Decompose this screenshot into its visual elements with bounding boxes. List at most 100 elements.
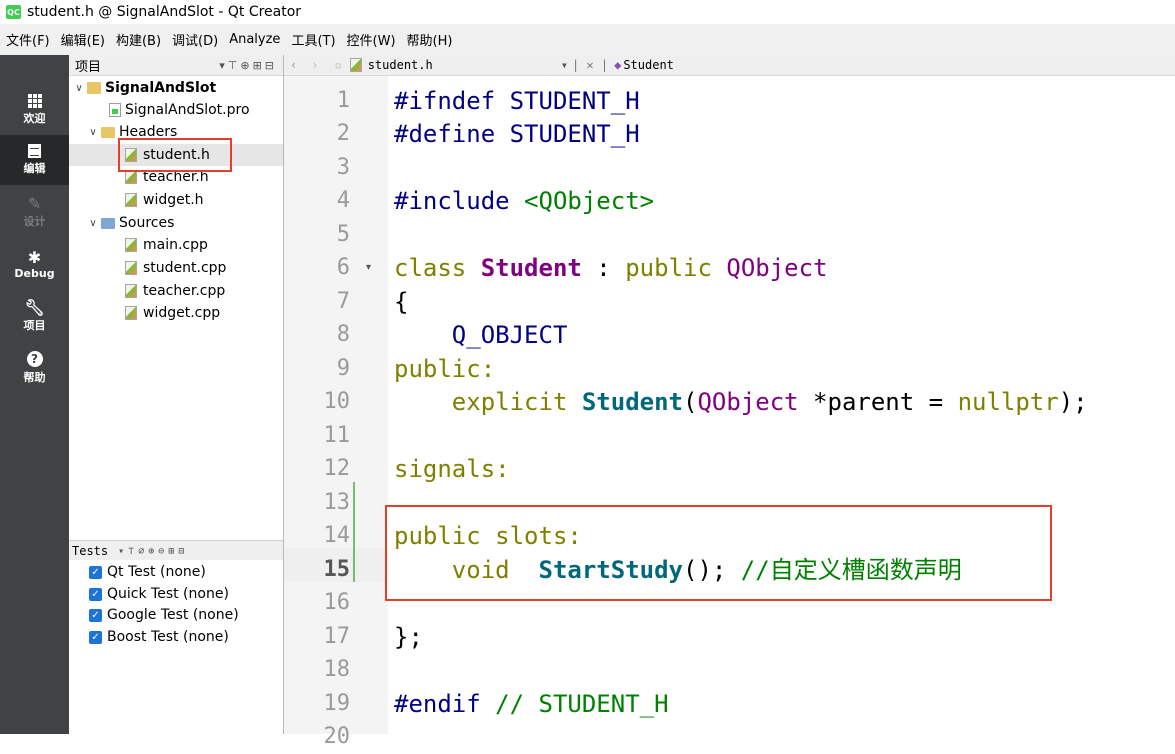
menu-analyze[interactable]: Analyze xyxy=(229,32,280,47)
code-line: #ifndef STUDENT_H xyxy=(394,84,640,118)
project-panel-title[interactable]: 项目 xyxy=(75,56,101,75)
line-number: 1 xyxy=(336,88,350,113)
menu-edit[interactable]: 编辑(E) xyxy=(61,30,105,49)
line-number: 11 xyxy=(323,423,351,448)
nav-back-icon[interactable]: ‹ xyxy=(290,58,297,72)
folder-icon xyxy=(101,217,115,229)
edit-icon xyxy=(28,144,41,158)
close-document-icon[interactable]: | ✕ | xyxy=(572,58,608,72)
test-item-qt[interactable]: ✓ Qt Test (none) xyxy=(89,561,206,583)
code-line: Q_OBJECT xyxy=(394,318,568,352)
folder-icon xyxy=(101,126,115,138)
link-icon[interactable]: ⊕ xyxy=(240,59,252,72)
tests-panel-title[interactable]: Tests xyxy=(72,544,108,558)
split-icon[interactable]: ⊞ xyxy=(168,546,178,557)
mode-edit[interactable]: 编辑 xyxy=(0,135,69,185)
header-file-icon xyxy=(125,193,137,207)
chevron-down-icon[interactable]: ▾ xyxy=(561,58,568,72)
checkbox-checked-icon[interactable]: ✓ xyxy=(89,587,102,601)
project-panel-tools: ▾⊤⊕⊞⊟ xyxy=(219,59,277,72)
mode-help[interactable]: ? 帮助 xyxy=(0,343,69,393)
code-token: #endif xyxy=(394,690,496,718)
line-number: 17 xyxy=(323,624,351,649)
chevron-down-icon[interactable]: ∨ xyxy=(87,218,99,229)
tree-item-pro-file[interactable]: SignalAndSlot.pro xyxy=(109,99,250,121)
expand-icon[interactable]: ⊕ xyxy=(148,546,158,557)
test-item-label: Quick Test (none) xyxy=(107,586,229,602)
close-pane-icon[interactable]: ⊟ xyxy=(178,546,188,557)
code-token: signals: xyxy=(394,455,510,483)
title-bar: QC student.h @ SignalAndSlot - Qt Creato… xyxy=(0,0,1175,24)
menu-debug[interactable]: 调试(D) xyxy=(172,30,218,49)
code-token: }; xyxy=(394,623,423,651)
tree-item-label: SignalAndSlot.pro xyxy=(125,102,250,118)
filter-icon[interactable]: ⊤ xyxy=(128,546,138,557)
open-file-selector[interactable]: student.h xyxy=(368,58,433,72)
code-line: #include <QObject> xyxy=(394,184,654,218)
symbol-selector[interactable]: Student xyxy=(623,58,674,72)
tests-panel-header: Tests ▾⊤∅⊕⊖⊞⊟ xyxy=(69,540,283,561)
line-number: 9 xyxy=(336,356,350,381)
tree-item-main-cpp[interactable]: main.cpp xyxy=(125,234,208,256)
checkbox-checked-icon[interactable]: ✓ xyxy=(89,565,102,579)
menu-bar: 文件(F) 编辑(E) 构建(B) 调试(D) Analyze 工具(T) 控件… xyxy=(0,24,1175,55)
split-icon[interactable]: ⊞ xyxy=(253,59,265,72)
checkbox-checked-icon[interactable]: ✓ xyxy=(89,630,102,644)
source-file-icon xyxy=(125,284,137,298)
collapse-icon[interactable]: ⊖ xyxy=(158,546,168,557)
filter-icon[interactable]: ⊤ xyxy=(228,59,241,72)
menu-help[interactable]: 帮助(H) xyxy=(407,30,453,49)
code-token: nullptr xyxy=(957,388,1059,416)
mode-welcome[interactable]: 欢迎 xyxy=(0,85,69,135)
test-item-google[interactable]: ✓ Google Test (none) xyxy=(89,604,239,626)
mode-debug[interactable]: ✱ Debug xyxy=(0,239,69,289)
menu-controls[interactable]: 控件(W) xyxy=(347,30,396,49)
lock-icon: ▫ xyxy=(334,58,342,72)
tree-root-project[interactable]: ∨ SignalAndSlot xyxy=(73,77,216,99)
code-token: #ifndef STUDENT_H xyxy=(394,87,640,115)
code-token: public: xyxy=(394,355,496,383)
mode-edit-label: 编辑 xyxy=(23,162,46,175)
run-icon[interactable]: ∅ xyxy=(138,546,148,557)
fold-marker-icon[interactable]: ▾ xyxy=(366,262,371,273)
code-token: Student xyxy=(480,254,582,282)
chevron-down-icon[interactable]: ∨ xyxy=(73,83,85,94)
mode-selector-bar: 欢迎 编辑 ✎ 设计 ✱ Debug 🔧︎ 项目 ? 帮助 xyxy=(0,55,69,734)
window-title: student.h @ SignalAndSlot - Qt Creator xyxy=(27,4,302,20)
tree-item-widget-h[interactable]: widget.h xyxy=(125,189,204,211)
menu-tools[interactable]: 工具(T) xyxy=(291,30,335,49)
tree-item-teacher-cpp[interactable]: teacher.cpp xyxy=(125,280,225,302)
test-item-quick[interactable]: ✓ Quick Test (none) xyxy=(89,583,229,605)
test-item-boost[interactable]: ✓ Boost Test (none) xyxy=(89,626,229,648)
mode-projects[interactable]: 🔧︎ 项目 xyxy=(0,291,69,341)
source-file-icon xyxy=(125,238,137,252)
close-pane-icon[interactable]: ⊟ xyxy=(265,59,277,72)
line-number: 12 xyxy=(323,456,351,481)
line-number: 18 xyxy=(323,657,351,682)
chevron-down-icon[interactable]: ∨ xyxy=(87,127,99,138)
dropdown-icon[interactable]: ▾ xyxy=(118,546,128,557)
tree-item-label: Sources xyxy=(119,215,175,231)
line-number: 13 xyxy=(323,490,351,515)
mode-design[interactable]: ✎ 设计 xyxy=(0,187,69,237)
code-token: class xyxy=(394,254,481,282)
line-number: 3 xyxy=(336,155,350,180)
line-number: 8 xyxy=(336,322,350,347)
checkbox-checked-icon[interactable]: ✓ xyxy=(89,608,102,622)
mode-debug-label: Debug xyxy=(14,266,55,280)
code-line: #endif // STUDENT_H xyxy=(394,687,669,721)
tree-folder-sources[interactable]: ∨ Sources xyxy=(87,212,174,234)
code-line: }; xyxy=(394,620,423,654)
tree-item-widget-cpp[interactable]: widget.cpp xyxy=(125,302,220,324)
code-line: signals: xyxy=(394,452,510,486)
nav-forward-icon[interactable]: › xyxy=(311,58,318,72)
menu-file[interactable]: 文件(F) xyxy=(6,30,50,49)
code-editor[interactable]: #ifndef STUDENT_H #define STUDENT_H #inc… xyxy=(390,76,1175,734)
help-icon: ? xyxy=(26,351,43,367)
code-line: #define STUDENT_H xyxy=(394,117,640,151)
dropdown-icon[interactable]: ▾ xyxy=(219,59,228,72)
code-token: { xyxy=(394,288,409,316)
tree-item-student-cpp[interactable]: student.cpp xyxy=(125,257,226,279)
class-symbol-icon: ◆ xyxy=(614,58,622,72)
menu-build[interactable]: 构建(B) xyxy=(116,30,161,49)
